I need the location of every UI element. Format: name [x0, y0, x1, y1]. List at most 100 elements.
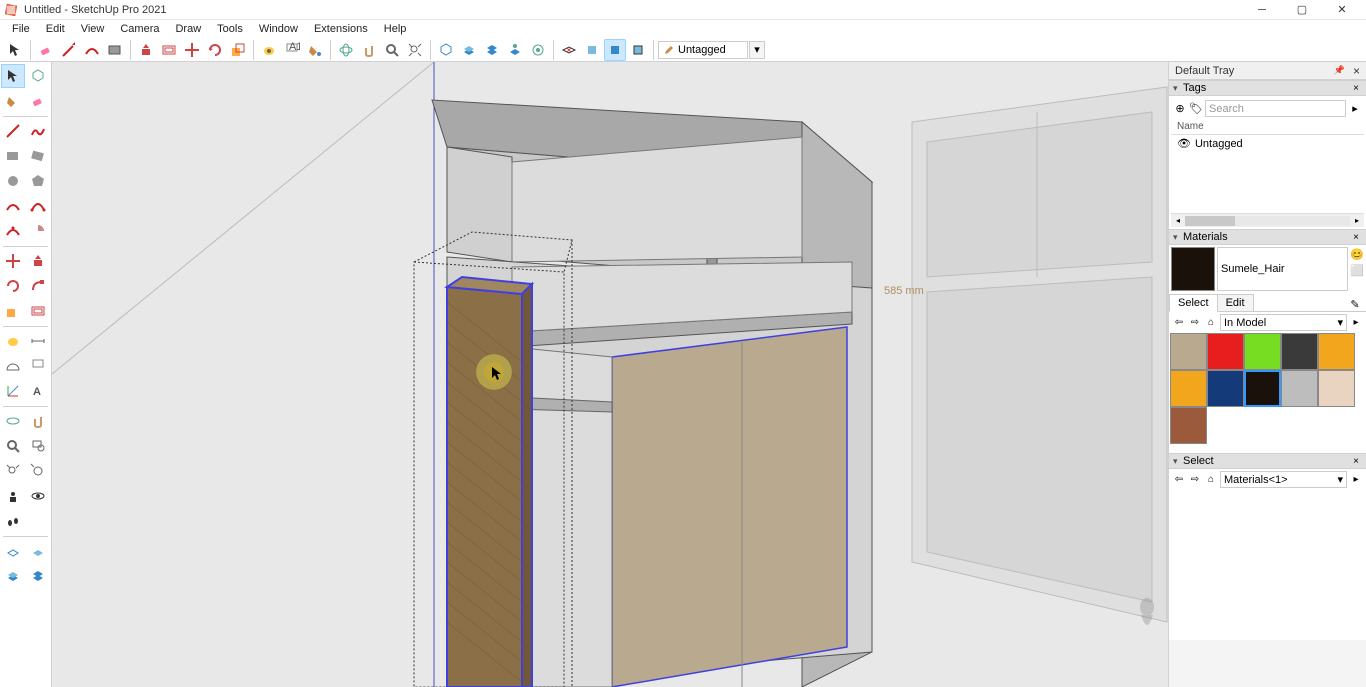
offset-tool[interactable]: [158, 39, 180, 61]
rotate-tool[interactable]: [204, 39, 226, 61]
move-tool-lt[interactable]: [1, 249, 25, 273]
scroll-left[interactable]: ◂: [1171, 214, 1185, 228]
menu-draw[interactable]: Draw: [167, 21, 209, 37]
minimize-button[interactable]: ─: [1242, 0, 1282, 20]
tag-menu-icon[interactable]: ▸: [1348, 102, 1362, 116]
display-section-planes[interactable]: [581, 39, 603, 61]
arc-tool-lt[interactable]: [1, 194, 25, 218]
zoom-window-tool[interactable]: [27, 434, 51, 458]
swatch-9[interactable]: [1318, 370, 1355, 407]
pan-tool-lt[interactable]: [27, 409, 51, 433]
rectangle-tool[interactable]: [104, 39, 126, 61]
zoom-tool[interactable]: [381, 39, 403, 61]
mat-details-icon[interactable]: ▸: [1349, 316, 1363, 330]
mat-home-icon[interactable]: ⌂: [1204, 316, 1218, 330]
line-tool[interactable]: [58, 39, 80, 61]
3dtext-tool[interactable]: A: [27, 379, 51, 403]
sel-home-icon[interactable]: ⌂: [1204, 473, 1218, 487]
scale-tool[interactable]: [227, 39, 249, 61]
section-plane-tool[interactable]: [1, 539, 25, 563]
create-material-icon[interactable]: 😊: [1350, 247, 1364, 261]
eraser-tool-lt[interactable]: [27, 89, 51, 113]
component-tool[interactable]: [27, 64, 51, 88]
mat-forward[interactable]: ⇨: [1188, 316, 1202, 330]
tag-item-untagged[interactable]: 👁 Untagged: [1171, 135, 1364, 152]
visibility-icon[interactable]: 👁: [1177, 137, 1191, 150]
tags-hscroll[interactable]: ◂ ▸: [1171, 213, 1364, 227]
outer-shell-tool[interactable]: [435, 39, 457, 61]
zoom-tool-lt[interactable]: [1, 434, 25, 458]
swatch-0[interactable]: [1170, 333, 1207, 370]
close-button[interactable]: ✕: [1322, 0, 1362, 20]
materials-close[interactable]: ×: [1350, 232, 1362, 243]
sel-forward[interactable]: ⇨: [1188, 473, 1202, 487]
mat-back[interactable]: ⇦: [1172, 316, 1186, 330]
menu-file[interactable]: File: [4, 21, 38, 37]
pushpull-tool[interactable]: [135, 39, 157, 61]
default-material-icon[interactable]: ⬜: [1350, 263, 1364, 277]
axes-tool[interactable]: [1, 379, 25, 403]
menu-view[interactable]: View: [73, 21, 113, 37]
position-camera[interactable]: [1, 484, 25, 508]
swatch-6[interactable]: [1207, 370, 1244, 407]
tray-title-bar[interactable]: Default Tray 📌 ×: [1169, 62, 1366, 80]
tray-close[interactable]: ×: [1353, 64, 1360, 78]
tags-panel-header[interactable]: ▾ Tags ×: [1169, 80, 1366, 96]
materials-library-combo[interactable]: In Model ▾: [1220, 314, 1347, 331]
menu-window[interactable]: Window: [251, 21, 306, 37]
2pt-arc-tool[interactable]: [27, 194, 51, 218]
subtract-tool[interactable]: [481, 39, 503, 61]
select-panel-header[interactable]: ▾ Select ×: [1169, 453, 1366, 469]
tags-search-input[interactable]: Search: [1205, 100, 1346, 117]
paint-bucket-tool[interactable]: [1, 89, 25, 113]
select-library-combo[interactable]: Materials<1> ▾: [1220, 471, 1347, 488]
pie-tool[interactable]: [27, 219, 51, 243]
tags-column-header[interactable]: Name: [1171, 119, 1364, 135]
rotate-tool-lt[interactable]: [1, 274, 25, 298]
sel-back[interactable]: ⇦: [1172, 473, 1186, 487]
layer-tool-2[interactable]: [27, 564, 51, 588]
select-close[interactable]: ×: [1350, 456, 1362, 467]
scale-tool-lt[interactable]: [1, 299, 25, 323]
pan-tool[interactable]: [358, 39, 380, 61]
swatch-10[interactable]: [1170, 407, 1207, 444]
tape-tool-lt[interactable]: [1, 329, 25, 353]
menu-camera[interactable]: Camera: [112, 21, 167, 37]
material-preview[interactable]: [1171, 247, 1215, 291]
offset-tool-lt[interactable]: [27, 299, 51, 323]
menu-help[interactable]: Help: [376, 21, 415, 37]
trim-tool[interactable]: [527, 39, 549, 61]
previous-view[interactable]: [27, 459, 51, 483]
materials-panel-header[interactable]: ▾ Materials ×: [1169, 229, 1366, 245]
display-section-fill[interactable]: [627, 39, 649, 61]
intersect-tool[interactable]: [504, 39, 526, 61]
freehand-tool[interactable]: [27, 119, 51, 143]
display-section-cuts[interactable]: [604, 39, 626, 61]
pin-icon[interactable]: 📌: [1334, 65, 1345, 76]
move-tool[interactable]: [181, 39, 203, 61]
circle-tool[interactable]: [1, 169, 25, 193]
orbit-tool-lt[interactable]: [1, 409, 25, 433]
zoom-extents-lt[interactable]: [1, 459, 25, 483]
paint-tool[interactable]: [304, 39, 326, 61]
pushpull-tool-lt[interactable]: [27, 249, 51, 273]
section-display[interactable]: [27, 539, 51, 563]
polygon-tool[interactable]: [27, 169, 51, 193]
walk-tool[interactable]: [1, 509, 25, 533]
tag-dropdown[interactable]: ▾: [749, 41, 765, 59]
materials-tab-select[interactable]: Select: [1169, 294, 1218, 312]
select-tool-lt[interactable]: [1, 64, 25, 88]
swatch-4[interactable]: [1318, 333, 1355, 370]
material-name-field[interactable]: Sumele_Hair: [1217, 247, 1348, 291]
layer-tool-1[interactable]: [1, 564, 25, 588]
orbit-tool[interactable]: [335, 39, 357, 61]
rotated-rect-tool[interactable]: [27, 144, 51, 168]
select-tool[interactable]: [4, 39, 26, 61]
3pt-arc-tool[interactable]: [1, 219, 25, 243]
tag-folder-icon[interactable]: 🏷: [1189, 102, 1203, 116]
menu-edit[interactable]: Edit: [38, 21, 73, 37]
viewport[interactable]: 585 mm: [52, 62, 1168, 687]
section-tool[interactable]: [558, 39, 580, 61]
look-around[interactable]: [27, 484, 51, 508]
sample-paint-icon[interactable]: ✎: [1348, 297, 1362, 311]
